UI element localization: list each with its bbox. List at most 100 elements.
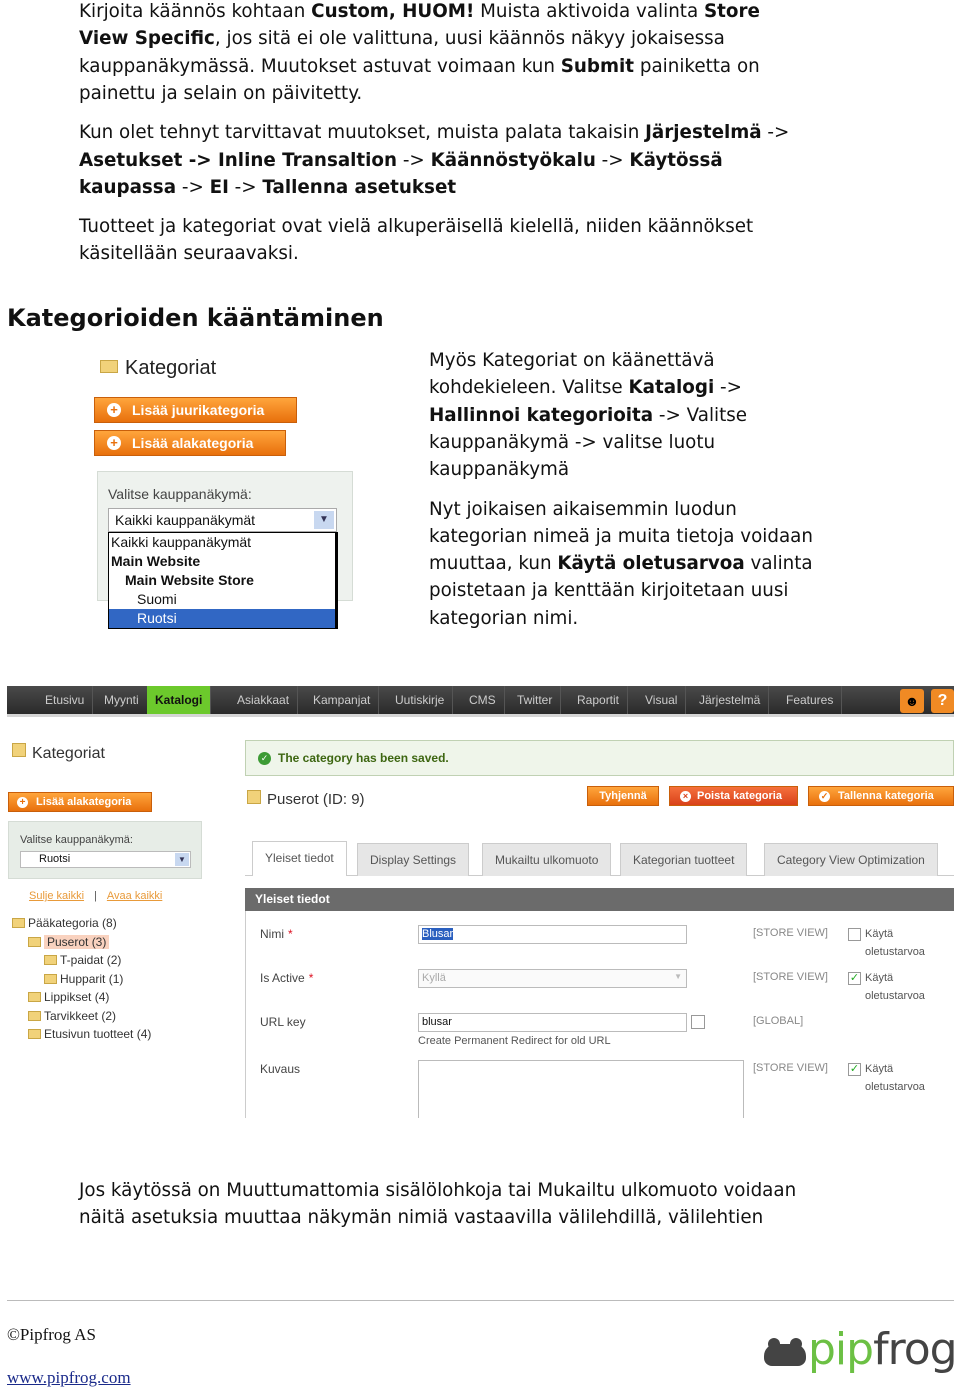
option[interactable]: Main Website Store [109,571,335,590]
text-segment: Järjestelmä [645,122,762,144]
description-textarea[interactable] [418,1060,744,1118]
tab[interactable]: Yleiset tiedot [252,841,347,876]
add-subcategory-button[interactable]: + Lisää alakategoria [8,792,152,812]
text-segment: Tallenna asetukset [262,176,457,198]
store-select[interactable]: Kaikki kauppanäkymät ▼ [108,508,337,532]
plus-icon: + [107,436,121,450]
text-segment: näitä asetuksia muuttaa näkymän nimiä va… [79,1207,764,1229]
option[interactable]: Main Website [109,552,335,571]
tree-node[interactable]: Hupparit (1) [44,972,123,986]
expand-all-link[interactable]: Avaa kaikki [107,890,162,902]
url-key-input[interactable]: blusar [418,1013,687,1032]
chevron-down-icon: ▼ [314,511,334,529]
text-segment: kaupassa [79,176,177,198]
text-segment: poistetaan ja kenttään kirjoitetaan uusi [429,580,789,602]
nav-item[interactable]: Katalogi [147,686,212,714]
select-value: Kyllä [422,972,446,984]
option[interactable]: Suomi [109,590,335,609]
text-segment: -> [228,176,263,198]
nav-item[interactable]: Raportit [569,686,629,714]
delete-category-button[interactable]: × Poista kategoria [669,786,798,806]
nav-item[interactable]: Kampanjat [305,686,380,714]
text-segment: kategorian nimeä ja muita tietoja voidaa… [429,525,813,547]
website-link[interactable]: www.pipfrog.com [7,1368,131,1388]
button-label: Tallenna kategoria [838,790,934,802]
text-line: kategorian nimi. [429,605,578,632]
text-line: Jos käytössä on Muuttumattomia sisälöloh… [79,1177,796,1204]
text-line: Kun olet tehnyt tarvittavat muutokset, m… [79,119,789,146]
nav-item[interactable]: CMS [461,686,505,714]
name-input[interactable]: Blusar [418,925,687,944]
nav-item[interactable]: Twitter [509,686,562,714]
text-segment: Hallinnoi kategorioita [429,404,654,426]
nav-item[interactable]: Asiakkaat [229,686,299,714]
tab[interactable]: Kategorian tuotteet [620,843,748,876]
text-segment: , jos sitä ei ole valittuna, uusi käännö… [214,28,725,50]
text-segment: Custom, HUOM! [311,1,475,22]
add-subcategory-button[interactable]: + Lisää alakategoria [94,430,286,456]
help-icon[interactable]: ? [931,689,954,713]
text-segment: kategorian nimi. [429,607,579,629]
redirect-checkbox[interactable] [691,1015,705,1029]
text-segment: -> [761,122,790,144]
tree-node[interactable]: T-paidat (2) [44,953,121,967]
tree-node[interactable]: Lippikset (4) [28,990,109,1004]
scope-label: [STORE VIEW] [753,971,828,983]
tree-node[interactable]: Puserot (3) [28,934,110,949]
button-label: Tyhjennä [599,790,647,802]
folder-icon [28,936,41,947]
active-label: Is Active * [260,971,313,985]
tree-node[interactable]: Pääkategoria (8) [12,916,117,930]
text-segment: Asetukset -> Inline Transaltion [79,149,398,171]
text-segment: -> Valitse [653,404,748,426]
nav-item[interactable]: Järjestelmä [691,686,770,714]
option-selected[interactable]: Ruotsi [109,609,335,628]
categories-title: Kategoriat [32,745,105,762]
nav-item[interactable]: Features [778,686,843,714]
input-value: blusar [422,1016,452,1028]
text-line: kohdekieleen. Valitse Katalogi -> [429,374,742,401]
tree-node[interactable]: Etusivun tuotteet (4) [28,1027,151,1041]
save-category-button[interactable]: ✓ Tallenna kategoria [808,786,954,806]
option[interactable]: Kaikki kauppanäkymät [109,533,335,552]
tab[interactable]: Display Settings [357,843,470,876]
nav-item[interactable]: Myynti [96,686,148,714]
text-line: painettu ja selain on päivitetty. [79,80,362,107]
separator: | [94,890,97,902]
button-label: Lisää alakategoria [36,796,132,808]
required-star: * [308,971,314,985]
text-line: kauppanäkymä -> valitse luotu [429,429,715,456]
text-segment: käsitellään seuraavaksi. [79,243,299,265]
tree-label: Hupparit (1) [60,971,124,986]
text-segment: painiketta on [634,55,760,77]
delete-icon: × [680,790,691,802]
nav-item[interactable]: Visual [637,686,687,714]
text-segment: -> [595,149,630,171]
folder-icon [100,355,118,373]
add-root-category-button[interactable]: + Lisää juurikategoria [94,397,297,423]
folder-icon [12,743,26,757]
tab[interactable]: Mukailtu ulkomuoto [482,843,612,876]
folder-icon [28,1010,41,1021]
nav-item[interactable]: Uutiskirje [387,686,454,714]
text-segment: kohdekieleen. Valitse [429,377,629,399]
text-segment: kauppanäkymä -> valitse luotu [429,431,716,453]
folder-icon [44,973,57,984]
reset-button[interactable]: Tyhjennä [587,786,659,806]
use-default-label: Käytä oletustarvoa [865,972,925,1002]
text-segment: kauppanäkymässä. Muutokset astuvat voima… [79,55,561,77]
store-select[interactable]: Ruotsi ▼ [20,851,191,868]
folder-icon [28,1029,41,1039]
active-select[interactable]: Kyllä ▼ [418,969,687,988]
collapse-all-link[interactable]: Sulje kaikki [29,890,84,902]
tree-node[interactable]: Tarvikkeet (2) [28,1009,116,1023]
text-segment: Käännöstyökalu [430,149,596,171]
plus-icon: + [17,796,28,808]
text-segment: Katalogi [628,377,715,399]
nav-item[interactable]: Etusivu [37,686,94,714]
tab[interactable]: Category View Optimization [764,843,938,876]
bug-icon[interactable]: ☻ [900,689,924,713]
button-label: Poista kategoria [697,790,782,802]
text-line: poistetaan ja kenttään kirjoitetaan uusi [429,577,788,604]
label-text: Is Active [260,971,305,985]
